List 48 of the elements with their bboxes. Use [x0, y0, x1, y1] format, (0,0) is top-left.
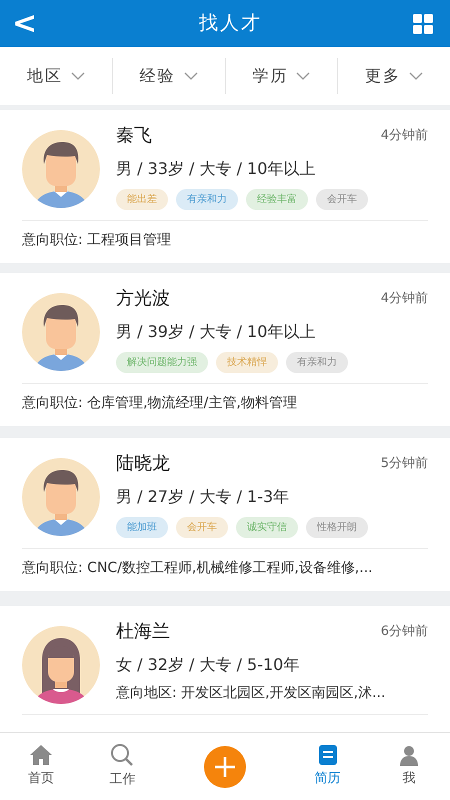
tab-item[interactable]: 工作: [82, 743, 164, 790]
filter-dropdown[interactable]: 学历: [226, 58, 338, 94]
post-time: 4分钟前: [380, 290, 428, 308]
tab-item[interactable]: 首页: [0, 744, 82, 789]
candidate-name: 秦飞: [116, 124, 152, 148]
me-icon: [398, 744, 420, 766]
skill-tag: 能加班: [116, 517, 168, 538]
candidate-name: 杜海兰: [116, 620, 170, 644]
skill-tag: 会开车: [176, 517, 228, 538]
plus-icon: [214, 756, 236, 778]
candidate-info: 女 / 32岁 / 大专 / 5-10年: [116, 654, 300, 676]
desired-position: 意向职位: 仓库管理,物流经理/主管,物料管理: [22, 383, 428, 426]
chevron-down-icon: [184, 72, 198, 80]
filter-dropdown[interactable]: 地区: [0, 58, 113, 94]
post-time: 6分钟前: [380, 622, 428, 641]
skill-tag: 性格开朗: [306, 517, 368, 538]
skill-tag: 能出差: [116, 189, 168, 210]
skill-tag: 诚实守信: [236, 517, 298, 538]
candidate-name: 方光波: [116, 287, 170, 311]
skill-tag: 经验丰富: [246, 189, 308, 210]
chevron-down-icon: [296, 72, 310, 80]
chevron-down-icon: [70, 72, 85, 80]
desired-position: 意向职位: 工程项目管理: [22, 220, 428, 263]
filter-dropdown[interactable]: 更多: [338, 58, 450, 94]
skill-tag: 有亲和力: [176, 189, 238, 210]
candidate-info: 男 / 39岁 / 大专 / 10年以上: [116, 321, 316, 343]
tab-item[interactable]: 我: [368, 744, 450, 789]
skill-tag: 解决问题能力强: [116, 352, 208, 373]
post-time: 5分钟前: [380, 454, 428, 473]
grid-icon[interactable]: [412, 12, 434, 36]
chevron-down-icon: [409, 72, 424, 80]
skill-tag: 技术精悍: [216, 352, 278, 373]
desired-position: 意向职位: CNC/数控工程师,机械维修工程师,设备维修,...: [22, 548, 428, 591]
candidate-name: 陆晓龙: [116, 452, 170, 476]
search-icon: [110, 743, 134, 768]
resume-icon: [318, 744, 338, 766]
page-title: 找人才: [199, 11, 262, 36]
candidate-info: 男 / 33岁 / 大专 / 10年以上: [116, 158, 316, 180]
tab-item[interactable]: 简历: [286, 744, 368, 789]
preferred-area: 意向地区: 开发区北园区,开发区南园区,沭...: [116, 683, 428, 704]
filter-dropdown[interactable]: 经验: [112, 58, 226, 94]
back-button[interactable]: <: [0, 8, 50, 38]
add-button[interactable]: [204, 746, 246, 788]
skill-tag: 有亲和力: [286, 352, 348, 373]
home-icon: [28, 744, 53, 766]
candidate-info: 男 / 27岁 / 大专 / 1-3年: [116, 486, 290, 508]
post-time: 4分钟前: [380, 126, 428, 145]
skill-tag: 会开车: [316, 189, 368, 210]
